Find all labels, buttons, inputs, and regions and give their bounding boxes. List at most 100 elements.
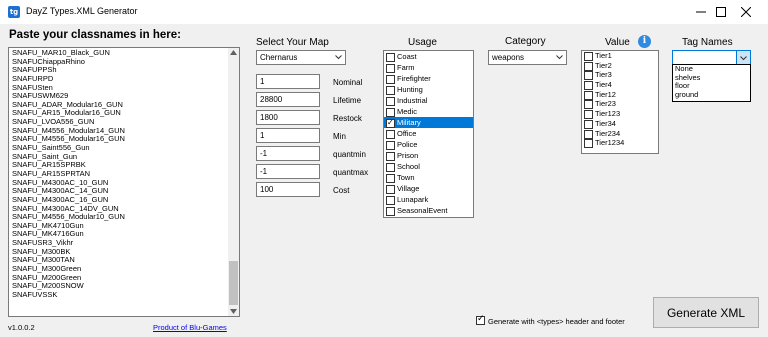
tag-names-dropdown[interactable]: None shelves floor ground (672, 64, 751, 102)
checkbox[interactable] (584, 129, 593, 139)
checkbox[interactable] (386, 63, 395, 73)
value-item-label: Tier12 (595, 89, 616, 99)
min-field[interactable]: 1 (256, 128, 320, 143)
header-footer-checkbox[interactable]: ✓ (476, 314, 485, 325)
close-button[interactable] (723, 0, 768, 24)
checkbox[interactable] (386, 151, 395, 161)
tag-names-select[interactable] (672, 50, 751, 65)
value-item[interactable]: Tier1234 (582, 138, 658, 149)
generate-xml-button[interactable]: Generate XML (653, 297, 759, 328)
usage-item[interactable]: ContaminatedArea (384, 216, 473, 219)
checkbox[interactable] (584, 100, 593, 110)
chevron-down-icon (740, 56, 747, 61)
value-item[interactable]: Tier23 (582, 99, 658, 110)
lifetime-label: Lifetime (333, 96, 362, 105)
checkbox[interactable] (584, 71, 593, 81)
app-icon: tg (8, 6, 20, 18)
checkbox[interactable] (386, 206, 395, 216)
checkbox[interactable] (386, 96, 395, 106)
scroll-down-arrow-icon[interactable] (230, 309, 237, 314)
classnames-scroll-thumb[interactable] (229, 261, 238, 305)
checkbox[interactable] (584, 90, 593, 100)
checkbox[interactable] (386, 107, 395, 117)
usage-item[interactable]: Firefighter (384, 73, 473, 84)
usage-item-label: Firefighter (397, 74, 431, 83)
usage-item-label: Farm (397, 63, 415, 72)
header-footer-checkbox-label: Generate with <types> header and footer (488, 317, 625, 326)
usage-item-label: Town (397, 173, 415, 182)
checkbox[interactable] (386, 173, 395, 183)
tag-option[interactable]: ground (673, 90, 750, 100)
usage-item[interactable]: Coast (384, 51, 473, 62)
classnames-scrollbar[interactable] (228, 48, 239, 316)
checkbox[interactable] (584, 61, 593, 71)
checkbox[interactable] (386, 117, 395, 128)
value-item[interactable]: Tier2 (582, 61, 658, 71)
cost-field[interactable]: 100 (256, 182, 320, 197)
usage-item[interactable]: Village (384, 183, 473, 194)
checkbox[interactable] (386, 195, 395, 205)
category-select[interactable]: weapons (488, 50, 567, 65)
checkbox[interactable] (386, 52, 395, 62)
usage-item-label: Coast (397, 52, 417, 61)
usage-item[interactable]: Military (384, 117, 473, 128)
checkbox[interactable] (584, 119, 593, 129)
checkbox[interactable] (386, 74, 395, 84)
category-select-value: weapons (492, 53, 525, 62)
usage-item[interactable]: Prison (384, 150, 473, 161)
nominal-field[interactable]: 1 (256, 74, 320, 89)
checkbox[interactable] (386, 184, 395, 194)
usage-item-label: Lunapark (397, 195, 429, 204)
value-item[interactable]: Tier3 (582, 70, 658, 81)
info-icon[interactable]: i (638, 35, 651, 48)
tag-options: None shelves floor ground (673, 65, 750, 99)
usage-list[interactable]: Coast Farm Firefighter Hunting Industrial Med… (383, 50, 474, 218)
title-bar: tg DayZ Types.XML Generator (0, 0, 768, 24)
usage-item[interactable]: Office (384, 128, 473, 139)
value-item-label: Tier1234 (595, 138, 625, 148)
quantmax-field[interactable]: -1 (256, 164, 320, 179)
usage-item[interactable]: SeasonalEvent (384, 205, 473, 216)
checkbox[interactable] (386, 218, 395, 219)
value-item[interactable]: Tier34 (582, 119, 658, 129)
lifetime-field[interactable]: 28800 (256, 92, 320, 107)
usage-item[interactable]: Police (384, 139, 473, 150)
checkbox[interactable] (584, 52, 593, 61)
checkbox[interactable] (386, 85, 395, 95)
restock-field[interactable]: 1800 (256, 110, 320, 125)
value-item[interactable]: Tier123 (582, 109, 658, 120)
usage-item[interactable]: School (384, 161, 473, 172)
map-select-value: Chernarus (260, 53, 298, 62)
usage-item-label: Village (397, 184, 420, 193)
usage-items: Coast Farm Firefighter Hunting Industrial Med… (384, 51, 473, 219)
close-icon (740, 7, 751, 17)
tag-dropdown-button[interactable] (736, 51, 750, 64)
checkbox[interactable] (386, 162, 395, 172)
restock-label: Restock (333, 114, 362, 123)
value-item[interactable]: Tier1 (582, 51, 658, 61)
checkbox[interactable] (386, 140, 395, 150)
value-item[interactable]: Tier4 (582, 80, 658, 91)
usage-item[interactable]: Lunapark (384, 194, 473, 205)
value-item[interactable]: Tier234 (582, 129, 658, 139)
usage-item[interactable]: Hunting (384, 84, 473, 95)
usage-item-label: Industrial (397, 96, 428, 105)
value-list[interactable]: Tier1 Tier2 Tier3 Tier4 Tier12 Tier23 Tier123 T… (581, 50, 659, 154)
map-select[interactable]: Chernarus (256, 50, 346, 65)
checkbox[interactable] (584, 81, 593, 91)
usage-item[interactable]: Industrial (384, 95, 473, 106)
window-title: DayZ Types.XML Generator (26, 6, 138, 16)
credit-link[interactable]: Product of Blu-Games (153, 323, 227, 332)
checkbox[interactable] (584, 139, 593, 149)
usage-item[interactable]: Town (384, 172, 473, 183)
checkbox[interactable] (386, 129, 395, 139)
usage-item-label: Police (397, 140, 418, 149)
checkbox[interactable] (584, 110, 593, 120)
quantmin-field[interactable]: -1 (256, 146, 320, 161)
usage-item[interactable]: Farm (384, 62, 473, 73)
usage-item[interactable]: Medic (384, 106, 473, 117)
classnames-textarea[interactable]: SNAFU_MAR10_Black_GUN SNAFUChiappaRhino SN… (8, 47, 240, 317)
scroll-up-arrow-icon[interactable] (230, 50, 237, 55)
value-item[interactable]: Tier12 (582, 90, 658, 100)
tag-names-label: Tag Names (682, 37, 733, 48)
